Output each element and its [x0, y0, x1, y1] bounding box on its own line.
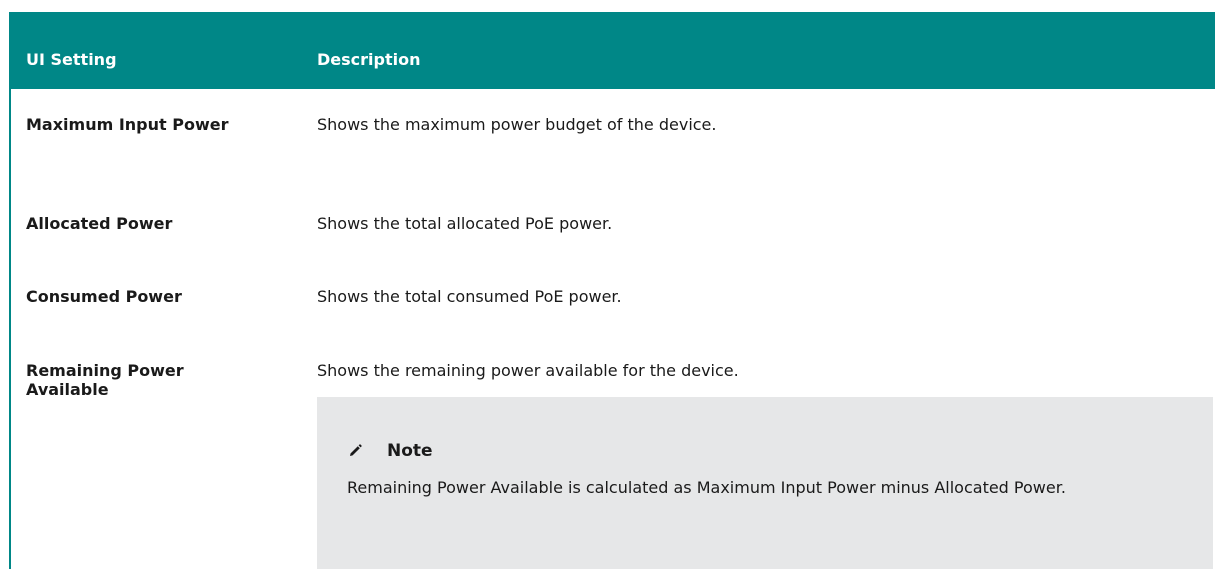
table-header: UI Setting Description	[11, 12, 1215, 89]
note-body: Remaining Power Available is calculated …	[347, 478, 1066, 497]
note-title: Note	[387, 441, 433, 461]
header-description: Description	[317, 50, 421, 69]
document-page: UI Setting Description Maximum Input Pow…	[0, 0, 1215, 569]
setting-remaining-power-available: Remaining Power Available	[26, 361, 184, 399]
settings-table: UI Setting Description Maximum Input Pow…	[11, 12, 1215, 569]
setting-consumed-power: Consumed Power	[26, 287, 182, 306]
pencil-icon	[347, 443, 363, 459]
note-box: Note Remaining Power Available is calcul…	[317, 397, 1213, 569]
setting-maximum-input-power: Maximum Input Power	[26, 115, 229, 134]
description-remaining-power-available: Shows the remaining power available for …	[317, 361, 739, 380]
table-left-border	[9, 12, 11, 569]
setting-allocated-power: Allocated Power	[26, 214, 173, 233]
header-ui-setting: UI Setting	[26, 50, 117, 69]
description-maximum-input-power: Shows the maximum power budget of the de…	[317, 115, 717, 134]
note-header: Note	[347, 441, 433, 461]
description-consumed-power: Shows the total consumed PoE power.	[317, 287, 622, 306]
description-allocated-power: Shows the total allocated PoE power.	[317, 214, 613, 233]
